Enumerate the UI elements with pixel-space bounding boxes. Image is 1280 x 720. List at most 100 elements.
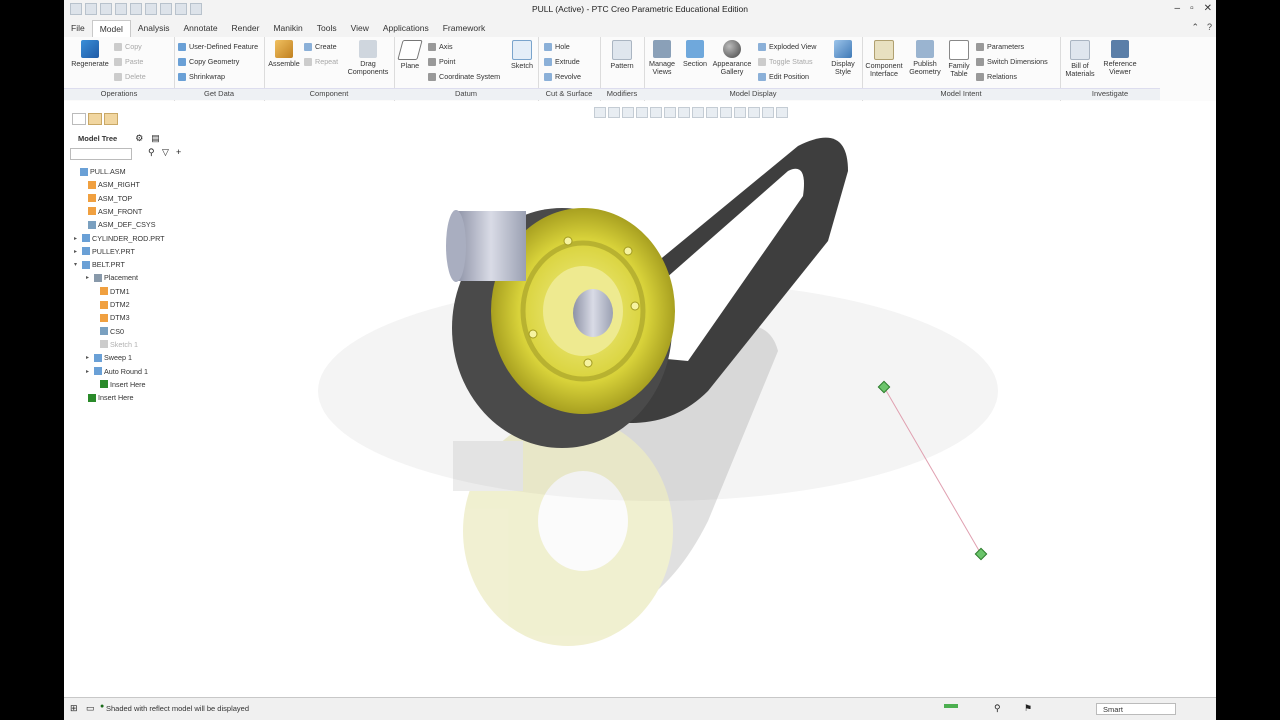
expand-arrow-icon[interactable]: ▸ [74,235,80,242]
tab-file[interactable]: File [64,20,92,37]
appearance-small-icon[interactable] [762,107,774,118]
tree-item[interactable]: PULL.ASM [72,167,126,176]
sketch-button[interactable]: Sketch [508,40,536,70]
edit-position-button[interactable]: Edit Position [758,72,809,81]
repaint-icon[interactable] [636,107,648,118]
component-interface-button[interactable]: Component Interface [862,40,906,78]
parameters-button[interactable]: Parameters [976,42,1024,51]
tab-manikin[interactable]: Manikin [266,20,309,37]
publish-geometry-button[interactable]: Publish Geometry [906,40,944,76]
expand-arrow-icon[interactable]: ▸ [74,248,80,255]
tree-item[interactable]: ▸ Placement [86,273,138,282]
tree-item[interactable]: DTM2 [92,300,130,309]
close-icon[interactable]: ✕ [1204,3,1212,14]
hole-button[interactable]: Hole [544,42,570,51]
tree-item[interactable]: Insert Here [80,393,134,402]
tree-item[interactable]: ASM_TOP [80,194,132,203]
navigator-toggle-icon[interactable]: ⊞ [70,703,78,714]
manage-views-button[interactable]: Manage Views [646,40,678,76]
coordinate-system-button[interactable]: Coordinate System [428,72,500,81]
family-table-button[interactable]: Family Table [944,40,974,78]
exploded-view-button[interactable]: Exploded View [758,42,816,51]
refit-icon[interactable] [594,107,606,118]
appearance-gallery-button[interactable]: Appearance Gallery [712,40,752,76]
copy-geometry-button[interactable]: Copy Geometry [178,57,239,66]
model-tree-tab-icon[interactable] [72,113,86,125]
delete-button[interactable]: Delete [114,72,146,81]
minimize-ribbon-icon[interactable]: ⌃ [1191,22,1199,33]
selection-filter-dropdown[interactable]: Smart [1096,703,1176,715]
point-button[interactable]: Point [428,57,455,66]
tree-item[interactable]: ▸ CYLINDER_ROD.PRT [74,234,165,243]
extrude-button[interactable]: Extrude [544,57,580,66]
tree-item[interactable]: ASM_DEF_CSYS [80,220,156,229]
toggle-status-button[interactable]: Toggle Status [758,57,813,66]
axis-button[interactable]: Axis [428,42,453,51]
tab-render[interactable]: Render [225,20,267,37]
explode-small-icon[interactable] [776,107,788,118]
graphics-window[interactable] [188,101,1216,690]
drag-handle-end[interactable] [974,547,988,561]
filter-icon[interactable]: ▽ [162,147,169,158]
tree-search-input[interactable] [70,148,132,160]
folder-browser-tab-icon[interactable] [88,113,102,125]
expand-arrow-icon[interactable]: ▸ [86,368,92,375]
saved-views-icon[interactable] [664,107,676,118]
plane-button[interactable]: Plane [396,40,424,70]
tree-item[interactable]: ▸ Auto Round 1 [86,367,148,376]
tree-item[interactable]: ASM_FRONT [80,207,142,216]
selection-filter-icon[interactable]: ⚲ [994,703,1001,714]
udf-button[interactable]: User-Defined Feature [178,42,258,51]
find-icon[interactable]: ⚲ [148,147,155,158]
zoom-in-icon[interactable] [608,107,620,118]
tab-annotate[interactable]: Annotate [177,20,225,37]
bill-of-materials-button[interactable]: Bill of Materials [1062,40,1098,78]
tab-analysis[interactable]: Analysis [131,20,177,37]
tree-item[interactable]: ASM_RIGHT [80,180,140,189]
tab-view[interactable]: View [344,20,376,37]
switch-dimensions-button[interactable]: Switch Dimensions [976,57,1048,66]
find-status-icon[interactable]: ⚑ [1024,703,1032,714]
tree-item[interactable]: ▸ PULLEY.PRT [74,247,135,256]
pattern-button[interactable]: Pattern [604,40,640,70]
tree-item[interactable]: ▸ Sweep 1 [86,353,132,362]
expand-arrow-icon[interactable]: ▸ [86,354,92,361]
datum-display-icon[interactable] [706,107,718,118]
tree-item[interactable]: CS0 [92,327,124,336]
revolve-button[interactable]: Revolve [544,72,581,81]
assemble-button[interactable]: Assemble [266,40,302,68]
reference-viewer-button[interactable]: Reference Viewer [1100,40,1140,76]
tree-item[interactable]: ▾ BELT.PRT [74,260,125,269]
tab-framework[interactable]: Framework [436,20,493,37]
tree-settings-icon[interactable]: ⚙ [135,133,143,144]
maximize-icon[interactable]: ▫ [1190,3,1194,14]
minimize-icon[interactable]: – [1175,3,1181,14]
view-manager-icon[interactable] [678,107,690,118]
expand-arrow-icon[interactable]: ▸ [86,274,92,281]
relations-button[interactable]: Relations [976,72,1017,81]
create-button[interactable]: Create [304,42,337,51]
paste-button[interactable]: Paste [114,57,143,66]
copy-button[interactable]: Copy [114,42,142,51]
tab-applications[interactable]: Applications [376,20,436,37]
browser-toggle-icon[interactable]: ▭ [86,703,95,714]
tab-tools[interactable]: Tools [310,20,344,37]
show-icon[interactable]: ▤ [151,133,160,144]
tree-item[interactable]: Sketch 1 [92,340,138,349]
help-icon[interactable]: ? [1207,22,1212,33]
zoom-out-icon[interactable] [622,107,634,118]
tree-item[interactable]: Insert Here [92,380,146,389]
tree-item[interactable]: DTM3 [92,313,130,322]
expand-arrow-icon[interactable]: ▾ [74,261,80,268]
drag-components-button[interactable]: Drag Components [344,40,392,76]
perspective-icon[interactable] [692,107,704,118]
repeat-button[interactable]: Repeat [304,57,338,66]
regenerate-button[interactable]: Regenerate [68,40,112,68]
tree-item[interactable]: DTM1 [92,287,130,296]
section-small-icon[interactable] [748,107,760,118]
spin-center-icon[interactable] [720,107,732,118]
favorites-tab-icon[interactable] [104,113,118,125]
annotation-display-icon[interactable] [734,107,746,118]
add-column-icon[interactable]: + [176,147,181,157]
display-style-small-icon[interactable] [650,107,662,118]
